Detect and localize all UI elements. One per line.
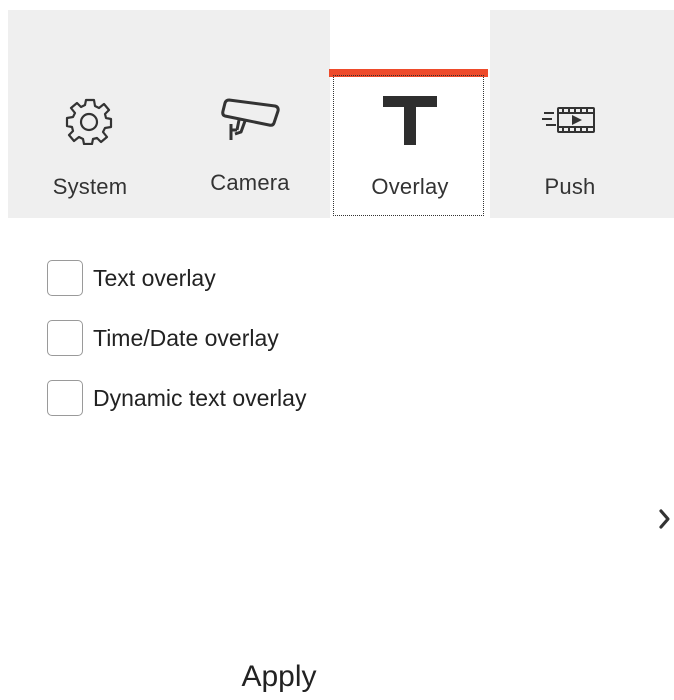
settings-tab-bar: System Camera Overlay Push xyxy=(8,10,674,218)
option-text-overlay[interactable]: Text overlay xyxy=(47,258,306,298)
active-tab-indicator xyxy=(329,69,488,77)
time-date-overlay-checkbox[interactable] xyxy=(47,320,83,356)
option-time-date-overlay[interactable]: Time/Date overlay xyxy=(47,318,306,358)
push-video-icon xyxy=(490,88,650,152)
apply-button[interactable]: Apply xyxy=(220,660,338,700)
tab-system[interactable]: System xyxy=(10,10,170,218)
dynamic-text-overlay-label: Dynamic text overlay xyxy=(93,384,307,411)
overlay-options-list: Text overlay Time/Date overlay Dynamic t… xyxy=(47,258,306,438)
tab-overlay-label: Overlay xyxy=(371,174,449,199)
time-date-overlay-label: Time/Date overlay xyxy=(93,324,279,351)
dynamic-text-overlay-checkbox[interactable] xyxy=(47,380,83,416)
text-overlay-checkbox[interactable] xyxy=(47,260,83,296)
option-dynamic-text-overlay[interactable]: Dynamic text overlay xyxy=(47,378,306,418)
tab-system-label: System xyxy=(52,174,128,199)
tab-camera[interactable]: Camera xyxy=(170,10,330,218)
camera-icon xyxy=(170,88,330,152)
tab-overlay[interactable]: Overlay xyxy=(330,10,490,218)
tab-push[interactable]: Push xyxy=(490,10,650,218)
text-overlay-label: Text overlay xyxy=(93,264,216,291)
text-t-icon xyxy=(330,88,490,152)
top-margin xyxy=(0,0,674,10)
tab-push-label: Push xyxy=(544,174,596,199)
tab-camera-label: Camera xyxy=(210,170,290,195)
chevron-right-icon[interactable] xyxy=(656,505,674,533)
gear-icon xyxy=(10,88,170,152)
